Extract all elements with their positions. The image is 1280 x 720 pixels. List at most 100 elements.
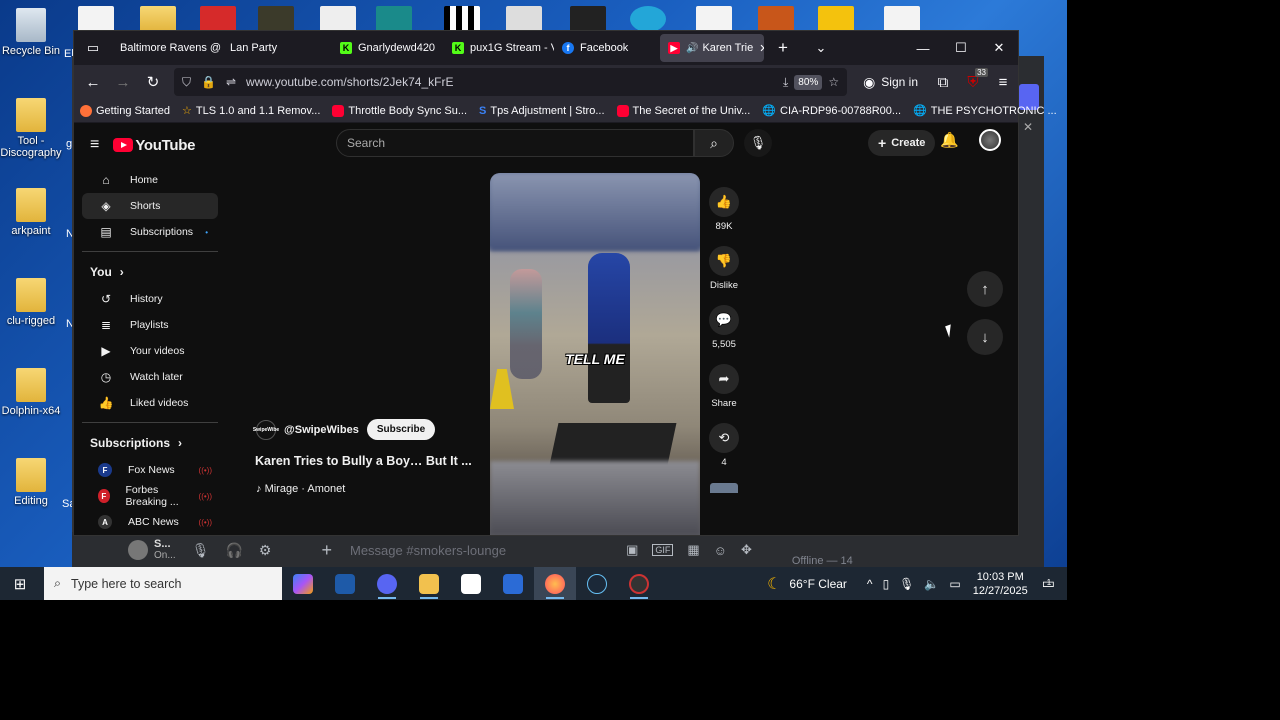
sticker-icon[interactable]: ▦ (687, 542, 699, 558)
ublock-icon[interactable]: ⛨ 33 (958, 68, 988, 96)
desktop-icon-clu-rigged[interactable]: clu-rigged (0, 278, 62, 327)
chevron-up-icon[interactable]: ^ (867, 577, 873, 591)
notifications-icon[interactable]: 🔔 (940, 131, 959, 149)
permissions-icon[interactable]: ⇌ (226, 75, 236, 89)
search-input[interactable]: Search (336, 129, 694, 157)
channel-name[interactable]: @SwipeWibes (284, 424, 359, 436)
forward-button[interactable]: → (108, 68, 138, 96)
tab-facebook[interactable]: f Facebook (554, 34, 660, 62)
channel-avatar[interactable]: SwipeWibe (253, 419, 279, 440)
desktop-icon-dolphin[interactable]: Dolphin-x64 (0, 368, 62, 417)
sidebar-item-history[interactable]: ↺ History (82, 286, 218, 312)
weather-text[interactable]: 66°F Clear (789, 577, 847, 591)
dislike-button[interactable]: 👎 Dislike (708, 246, 740, 291)
headphones-icon[interactable]: 🎧 (225, 542, 242, 559)
file-explorer-icon[interactable] (408, 567, 450, 600)
tab-gnarlydewd[interactable]: K Gnarlydewd420 (332, 34, 444, 62)
folder-icon[interactable] (140, 6, 176, 32)
bookmark-item[interactable]: 🌐 CIA-RDP96-00788R00... (762, 104, 901, 118)
comments-button[interactable]: 💬 5,505 (708, 305, 740, 350)
sidebar-item-shorts[interactable]: ◈ Shorts (82, 193, 218, 219)
short-video-player[interactable]: TELL ME (490, 173, 700, 535)
desktop-icon-tool-discography[interactable]: Tool - Discography (0, 98, 62, 159)
like-button[interactable]: 👍 89K (708, 187, 740, 232)
sidebar-you-heading[interactable]: You › (74, 258, 226, 286)
discord-icon[interactable] (366, 567, 408, 600)
new-tab-button[interactable]: + (764, 31, 802, 65)
weather-moon-icon[interactable]: ☾ (767, 574, 781, 594)
file-icon[interactable] (884, 6, 920, 32)
search-button[interactable]: ⌕ (694, 129, 734, 157)
settings-icon[interactable]: ⚙ (259, 542, 272, 559)
mail-icon[interactable] (492, 567, 534, 600)
speaker-icon[interactable]: 🔈 (924, 577, 939, 591)
minimize-button[interactable]: — (904, 31, 942, 65)
firefox-icon[interactable] (534, 567, 576, 600)
message-input[interactable]: Message #smokers-lounge (350, 543, 506, 558)
sidebar-channel-abc-news[interactable]: A ABC News ((•)) (82, 509, 218, 535)
bookmark-item[interactable]: ☆ TLS 1.0 and 1.1 Remov... (182, 104, 320, 118)
voice-search-button[interactable]: 🎙 (744, 129, 772, 157)
tab-ravens[interactable]: Baltimore Ravens @ (112, 34, 222, 62)
gift-icon[interactable]: ▣ (626, 542, 638, 558)
next-short-button[interactable]: ↓ (967, 319, 1003, 355)
sidebar-item-home[interactable]: ⌂ Home (82, 167, 218, 193)
atlas-icon[interactable] (258, 6, 294, 32)
close-icon[interactable]: ✕ (1023, 120, 1044, 134)
taskbar-search-input[interactable]: ⌕ Type here to search (44, 567, 282, 600)
desktop-icon-editing[interactable]: Editing (0, 458, 62, 507)
subscribe-button[interactable]: Subscribe (366, 419, 436, 440)
music-info[interactable]: ♪ Mirage · Amonet (256, 483, 345, 495)
tab-pux1g[interactable]: K pux1G Stream - V (444, 34, 554, 62)
close-window-button[interactable]: ✕ (980, 31, 1018, 65)
sidebar-subscriptions-heading[interactable]: Subscriptions › (74, 429, 226, 457)
zoom-level[interactable]: 80% (794, 74, 823, 90)
notifications-icon[interactable]: ▭ 1 (1042, 575, 1055, 592)
m-app-icon[interactable] (376, 6, 412, 32)
sidebar-item-subscriptions[interactable]: ▤ Subscriptions • (82, 219, 218, 245)
url-bar[interactable]: ⛉ 🔒 ⇌ www.youtube.com/shorts/2Jek74_kFrE… (174, 68, 848, 96)
tray-icon[interactable]: ▯ (883, 577, 890, 591)
bookmark-item[interactable]: The Secret of the Univ... (616, 104, 750, 117)
shield-icon[interactable]: ⛉ (182, 75, 191, 90)
video-title[interactable]: Karen Tries to Bully a Boy… But It ... (255, 454, 472, 468)
app-icon[interactable] (324, 567, 366, 600)
network-icon[interactable]: ▭ (949, 577, 960, 591)
download-icon[interactable]: ⤓ (783, 75, 788, 90)
hamburger-menu-icon[interactable]: ≡ (90, 136, 99, 154)
emoji-icon[interactable]: ☺ (714, 543, 727, 558)
chevron-down-icon[interactable]: ⌄ (802, 31, 840, 65)
avatar[interactable] (979, 129, 1001, 151)
microphone-icon[interactable]: 🎙 (899, 577, 914, 591)
nx-icon[interactable] (570, 6, 606, 32)
sign-in-button[interactable]: ◉ Sign in (863, 74, 918, 91)
file-icon[interactable] (696, 6, 732, 32)
pdf-icon[interactable] (200, 6, 236, 32)
windows-start-icon[interactable]: ⊞ (0, 567, 40, 600)
youtube-logo[interactable]: YouTube (113, 137, 195, 154)
sound-thumbnail[interactable] (710, 483, 738, 493)
media-icon[interactable] (320, 6, 356, 32)
app-icon[interactable] (618, 567, 660, 600)
microphone-icon[interactable]: 🎙 (192, 542, 210, 559)
tab-karen-tries[interactable]: ▶ 🔊 Karen Trie ✕ (660, 34, 764, 62)
maximize-button[interactable]: ☐ (942, 31, 980, 65)
extensions-icon[interactable]: ⧉ (928, 68, 958, 96)
discord-user[interactable]: S... On... (154, 538, 176, 562)
bookmark-item[interactable]: 🌐 THE PSYCHOTRONIC ... (913, 104, 1057, 118)
clock[interactable]: 10:03 PM 12/27/2025 (973, 570, 1028, 598)
bookmark-item[interactable]: S Tps Adjustment | Stro... (479, 105, 604, 117)
tab-list-icon[interactable]: ▭ (74, 31, 112, 65)
share-button[interactable]: ➦ Share (708, 364, 740, 409)
store-icon[interactable] (450, 567, 492, 600)
bookmark-item[interactable]: Getting Started (80, 104, 170, 117)
previous-short-button[interactable]: ↑ (967, 271, 1003, 307)
sidebar-item-watch-later[interactable]: ◷ Watch later (82, 364, 218, 390)
tab-lan-party[interactable]: Lan Party (222, 34, 332, 62)
back-button[interactable]: ← (78, 68, 108, 96)
sidebar-item-playlists[interactable]: ≣ Playlists (82, 312, 218, 338)
reload-button[interactable]: ↻ (138, 68, 168, 96)
menu-icon[interactable]: ≡ (988, 68, 1018, 96)
steam-icon[interactable] (576, 567, 618, 600)
desktop-icon-recycle-bin[interactable]: Recycle Bin (0, 8, 62, 57)
